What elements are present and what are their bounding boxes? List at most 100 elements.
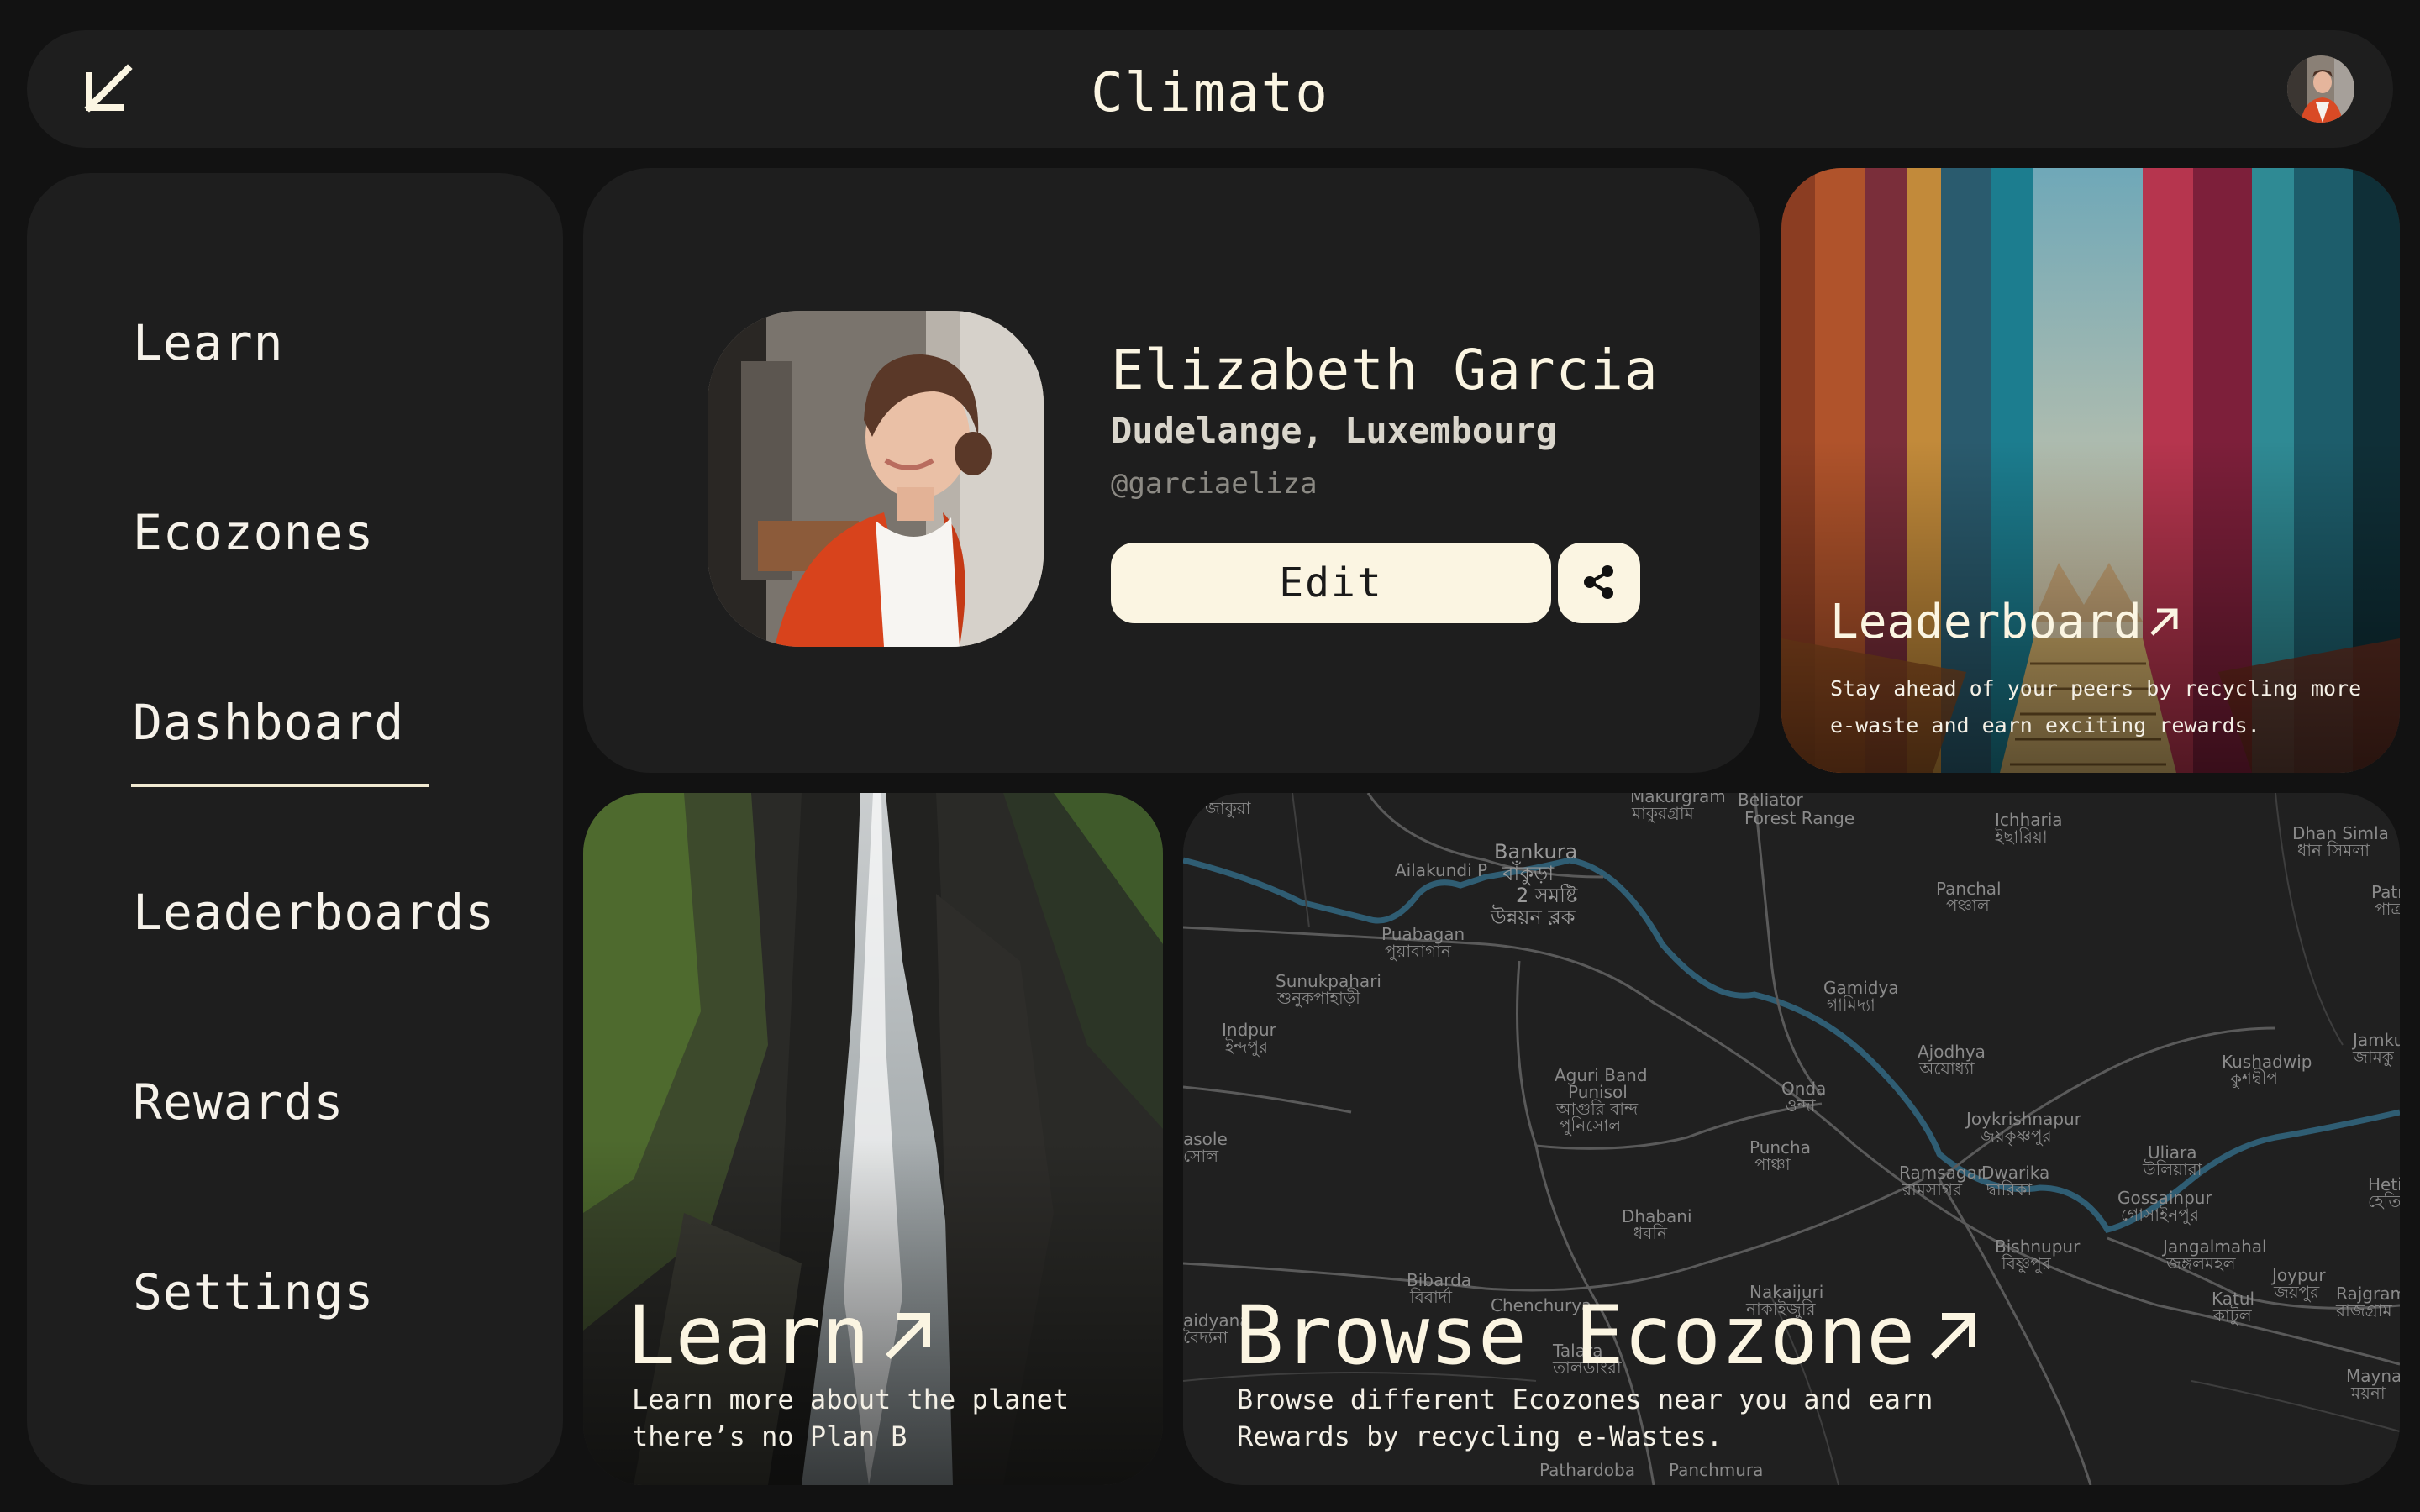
- map-label: Punisol: [1568, 1082, 1628, 1102]
- map-label: asole: [1183, 1129, 1228, 1149]
- top-header: Climato: [27, 30, 2393, 148]
- map-label: হেতিয়া: [2368, 1191, 2400, 1211]
- map-label: ময়না: [2351, 1383, 2386, 1403]
- profile-photo: [708, 311, 1044, 647]
- map-label: Puabagan: [1381, 924, 1465, 944]
- map-label: Ramsagar: [1899, 1163, 1985, 1183]
- map-label: ইন্দপুর: [1225, 1037, 1269, 1057]
- map-label: Rajgram: [2336, 1284, 2400, 1304]
- map-label: Dhan Simla: [2292, 823, 2389, 843]
- ecozone-map-card[interactable]: Bankura বাঁকুড়া 2 সমষ্টি উন্নয়ন ব্লক B…: [1183, 793, 2400, 1485]
- map-label: বৈদ্যনা: [1183, 1327, 1228, 1347]
- map-label: গামিদ্যা: [1827, 995, 1876, 1015]
- map-label: Joykrishnapur: [1966, 1109, 2081, 1129]
- map-label: Gossainpur: [2118, 1188, 2212, 1208]
- map-label: Panchmura: [1669, 1460, 1764, 1480]
- map-label: জয়কৃষ্ণপুর: [1980, 1126, 2052, 1146]
- map-label: Uliara: [2148, 1142, 2197, 1163]
- learn-description: Learn more about the planet there’s no P…: [632, 1383, 1070, 1452]
- profile-card: Elizabeth Garcia Dudelange, Luxembourg @…: [583, 168, 1760, 773]
- map-label: Indpur: [1222, 1020, 1276, 1040]
- ecozone-description: Browse different Ecozones near you and e…: [1237, 1383, 1933, 1452]
- map-label: জাকুরা: [1205, 798, 1251, 818]
- map-label: বিষ্ণুপুর: [2002, 1253, 2051, 1273]
- ecozone-title-text: Browse Ecozone: [1235, 1289, 1916, 1383]
- map-label: Mayna: [2346, 1366, 2400, 1386]
- profile-location: Dudelange, Luxembourg: [1111, 410, 1558, 451]
- map-label: Bankura: [1494, 840, 1578, 864]
- map-label: Aguri Band: [1555, 1065, 1648, 1085]
- map-label: রামসাগর: [1902, 1179, 1963, 1200]
- map-label: Bishnupur: [1995, 1236, 2081, 1257]
- map-label: কাটুল: [2213, 1305, 2252, 1326]
- map-label: জয়পুর: [2274, 1282, 2320, 1302]
- map-label: আগুরি বান্দ: [1556, 1099, 1639, 1119]
- map-label: Dhabani: [1622, 1206, 1692, 1226]
- profile-name: Elizabeth Garcia: [1111, 338, 1659, 402]
- sidebar-item-rewards[interactable]: Rewards: [133, 1074, 344, 1131]
- map-label: দ্বারিকা: [1986, 1179, 2033, 1200]
- map-label: রাজগ্রাম: [2336, 1300, 2392, 1320]
- map-label: সোল: [1183, 1146, 1219, 1166]
- map-label: বাঁকুড়া: [1502, 862, 1555, 885]
- map-label: Kushadwip: [2222, 1052, 2312, 1072]
- map-label: Puncha: [1749, 1137, 1811, 1158]
- map-label: ওন্দা: [1785, 1095, 1816, 1116]
- ecozone-title: Browse Ecozone: [1235, 1289, 1982, 1383]
- map-label: পাত্র: [2375, 899, 2400, 919]
- learn-title-text: Learn: [627, 1289, 870, 1383]
- map-label: Katul: [2212, 1289, 2255, 1309]
- arrow-up-right-icon: [2150, 608, 2178, 636]
- map-label: Jangalmahal: [2163, 1236, 2267, 1257]
- map-label: কুশদ্বীপ: [2230, 1068, 2279, 1089]
- map-label: পুনিসোল: [1560, 1116, 1622, 1136]
- map-label: Sunukpahari: [1276, 971, 1381, 991]
- map-label: Panchal: [1936, 879, 2002, 899]
- leaderboard-title: Leaderboard: [1830, 595, 2182, 649]
- map-label: গোসাইনপুর: [2121, 1205, 2199, 1225]
- map-label: অযোধ্যা: [1919, 1058, 1975, 1079]
- map-label: ইছারিয়া: [1995, 827, 2048, 847]
- sidebar-item-leaderboards[interactable]: Leaderboards: [133, 884, 495, 941]
- learn-title: Learn: [627, 1289, 937, 1383]
- leaderboard-title-text: Leaderboard: [1830, 595, 2142, 649]
- map-label: Forest Range: [1744, 808, 1855, 828]
- map-label: Bibarda: [1407, 1270, 1472, 1290]
- app-title: Climato: [1091, 62, 1329, 124]
- arrow-up-right-icon: [886, 1313, 930, 1359]
- active-nav-indicator: [131, 784, 429, 787]
- user-avatar[interactable]: [2287, 55, 2354, 123]
- map-label: উলিয়ারা: [2143, 1159, 2202, 1179]
- sidebar-item-dashboard[interactable]: Dashboard: [133, 694, 404, 751]
- edit-profile-button[interactable]: Edit: [1111, 543, 1551, 623]
- map-label: Patr: [2371, 882, 2400, 902]
- map-label: Gamidya: [1823, 978, 1899, 998]
- arrow-up-right-icon: [1931, 1313, 1976, 1359]
- map-label: Beliator: [1738, 793, 1803, 810]
- leaderboard-description: Stay ahead of your peers by recycling mo…: [1830, 676, 2362, 738]
- sidebar-item-learn[interactable]: Learn: [133, 314, 284, 371]
- map-label: Dwarika: [1981, 1163, 2050, 1183]
- map-label: Ajodhya: [1918, 1042, 1986, 1062]
- map-label: 2 সমষ্টি: [1516, 884, 1578, 907]
- leaderboard-card[interactable]: Leaderboard Stay ahead of your peers by …: [1781, 168, 2400, 773]
- map-label: Hetia: [2368, 1174, 2400, 1194]
- map-label: Joypur: [2272, 1265, 2326, 1285]
- share-button[interactable]: [1558, 543, 1640, 623]
- map-label: পাঞ্চা: [1754, 1154, 1791, 1174]
- map-label: Pathardoba: [1539, 1460, 1635, 1480]
- sidebar-item-ecozones[interactable]: Ecozones: [133, 504, 374, 561]
- learn-card[interactable]: Learn Learn more about the planet there’…: [583, 793, 1163, 1485]
- map-label: Jamku: [2353, 1030, 2400, 1050]
- sidebar-nav: Learn Ecozones Dashboard Leaderboards Re…: [27, 173, 563, 1485]
- map-label: জামকু: [2353, 1047, 2394, 1067]
- sidebar-item-settings[interactable]: Settings: [133, 1263, 374, 1320]
- map-label: পঞ্চাল: [1946, 895, 1990, 916]
- map-label: উন্নয়ন ব্লক: [1491, 906, 1576, 929]
- map-label: মাকুরগ্রাম: [1632, 803, 1694, 823]
- map-label: Ichharia: [1995, 810, 2063, 830]
- map-label: পুয়াবাগান: [1385, 941, 1451, 961]
- map-label: জঙ্গলমহল: [2166, 1253, 2236, 1273]
- share-icon: [1580, 563, 1618, 604]
- profile-handle: @garciaeliza: [1111, 467, 1318, 501]
